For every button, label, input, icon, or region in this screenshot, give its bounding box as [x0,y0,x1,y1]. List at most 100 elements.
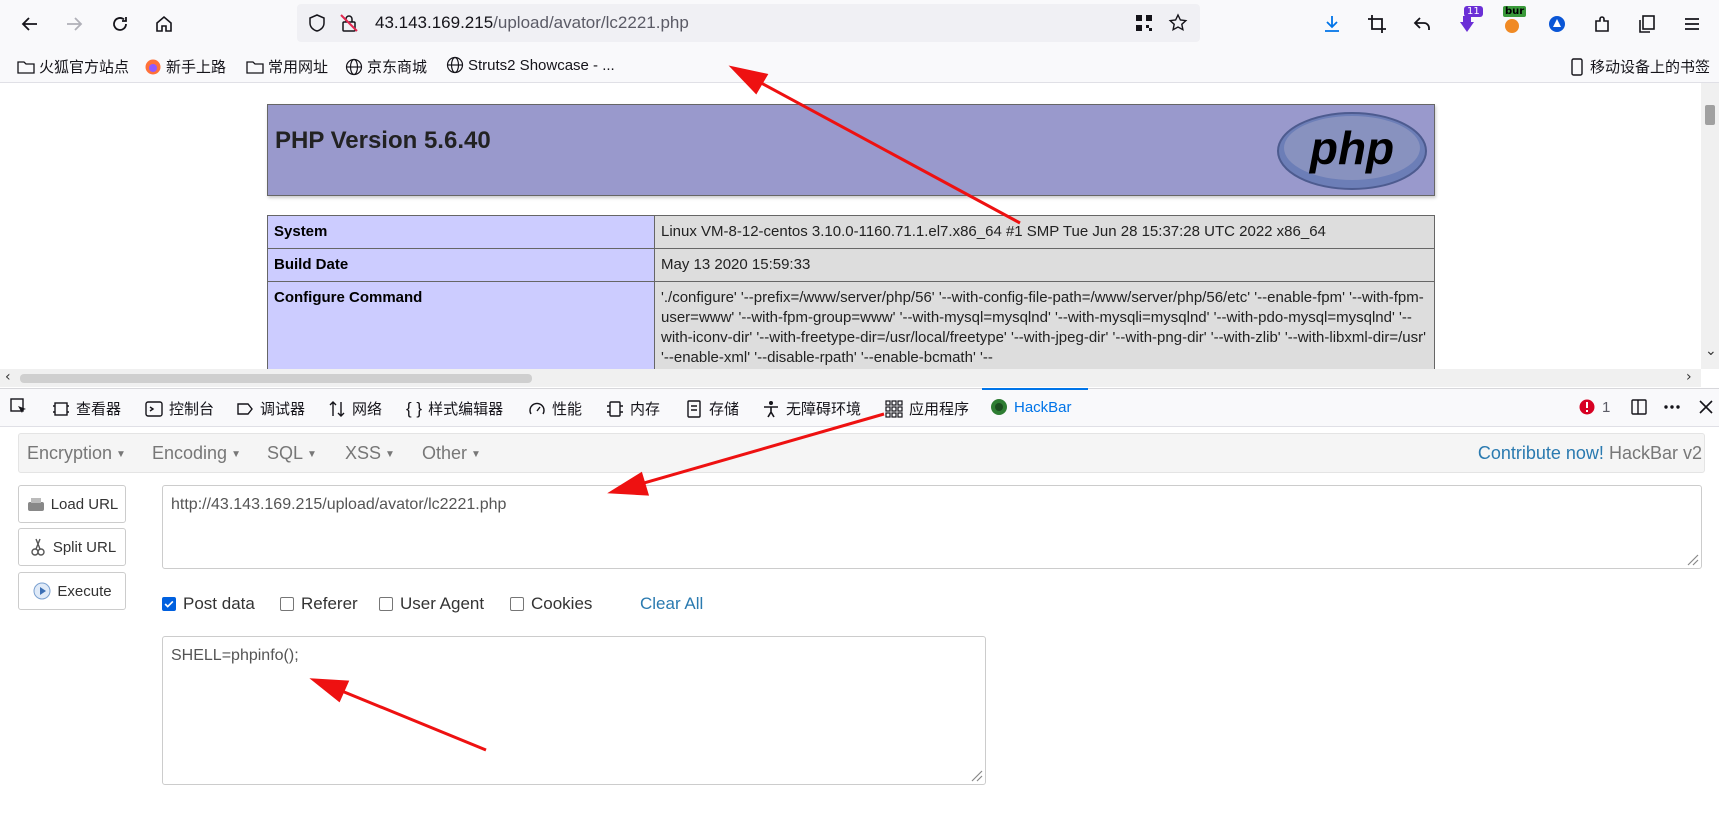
close-icon [1699,400,1713,414]
php-logo-text: php [1308,122,1394,174]
user-agent-option[interactable]: User Agent [379,594,484,614]
address-bar[interactable]: 43.143.169.215/upload/avator/lc2221.php [297,4,1200,42]
tab-style-editor[interactable]: { } 样式编辑器 [406,398,503,419]
devtools-close-button[interactable] [1697,398,1715,416]
insecure-lock-icon[interactable] [339,13,359,33]
devtools-more-button[interactable] [1663,398,1681,416]
phpinfo-table: System Linux VM-8-12-centos 3.10.0-1160.… [267,215,1435,369]
storage-icon [687,399,701,418]
menu-other[interactable]: Other ▼ [422,443,481,464]
vpn-button[interactable] [1541,8,1573,40]
bookmark-star-icon[interactable] [1168,13,1188,33]
braces-icon: { } [406,398,423,418]
forward-button[interactable] [58,8,90,40]
split-url-button[interactable]: Split URL [18,528,126,566]
home-icon [156,15,172,32]
tab-label: 网络 [352,401,383,418]
clear-all-link[interactable]: Clear All [640,594,703,614]
referer-option[interactable]: Referer [280,594,358,614]
app-menu-button[interactable] [1676,8,1708,40]
home-button[interactable] [148,8,180,40]
more-dots-icon [1664,405,1680,409]
bookmark-item[interactable]: 新手上路 [144,56,226,77]
forward-arrow-icon [67,17,83,31]
tab-memory[interactable]: 内存 [606,398,660,419]
bookmark-item[interactable]: 京东商城 [345,56,427,77]
qr-code-icon[interactable] [1134,13,1154,33]
resize-handle-icon[interactable] [967,766,983,782]
horizontal-scrollbar-thumb[interactable] [20,374,532,383]
downloads-button[interactable] [1316,8,1348,40]
menu-encryption[interactable]: Encryption ▼ [27,443,126,464]
tab-inspector[interactable]: 查看器 [52,398,121,419]
horizontal-scrollbar[interactable]: ‹ › [0,369,1701,387]
load-url-icon [27,498,44,511]
cookies-option[interactable]: Cookies [510,594,592,614]
menu-sql[interactable]: SQL ▼ [267,443,317,464]
extensions-menu-button[interactable] [1586,8,1618,40]
menu-xss[interactable]: XSS ▼ [345,443,395,464]
vertical-scrollbar-thumb[interactable] [1705,105,1715,125]
tabs-button[interactable] [1631,8,1663,40]
url-textarea[interactable]: http://43.143.169.215/upload/avator/lc22… [162,485,1702,569]
accessibility-icon [764,400,778,417]
firefox-icon [145,59,161,74]
bookmark-item[interactable]: 火狐官方站点 [17,56,129,77]
element-picker-button[interactable] [10,398,28,416]
post-data-textarea[interactable]: SHELL=phpinfo(); [162,636,986,785]
menu-encoding[interactable]: Encoding ▼ [152,443,241,464]
bookmark-item[interactable]: Struts2 Showcase - ... [446,56,615,74]
tab-hackbar[interactable]: HackBar [990,398,1072,416]
scroll-left-icon[interactable]: ‹ [5,369,11,385]
shield-icon[interactable] [307,13,327,33]
error-counter[interactable]: 1 [1578,398,1610,416]
tab-debugger[interactable]: 调试器 [236,398,305,419]
tab-application[interactable]: 应用程序 [885,398,969,419]
vertical-scrollbar[interactable]: ⌄ [1701,83,1719,369]
tab-accessibility[interactable]: 无障碍环境 [762,398,861,419]
devtools-tabbar: 查看器 控制台 调试器 网络 { } 样式编辑器 性能 内存 存储 无障碍环境 … [0,388,1719,427]
dock-toggle-button[interactable] [1630,398,1648,416]
post-data-checkbox[interactable] [162,597,176,611]
table-key: Build Date [267,248,655,282]
tab-label: 样式编辑器 [428,401,504,418]
screenshot-button[interactable] [1361,8,1393,40]
resize-handle-icon[interactable] [1683,550,1699,566]
back-arrow-icon [21,17,37,31]
burp-extension-button[interactable]: bur [1496,6,1528,40]
table-row: Build Date May 13 2020 15:59:33 [267,248,1435,282]
load-url-button[interactable]: Load URL [18,485,126,523]
tab-storage[interactable]: 存储 [685,398,739,419]
tab-label: 无障碍环境 [786,401,862,418]
reload-button[interactable] [104,8,136,40]
bookmark-label: 常用网址 [268,59,329,76]
reload-icon [113,17,127,31]
caret-down-icon: ▼ [385,448,395,460]
referer-checkbox[interactable] [280,597,294,611]
scroll-down-icon[interactable]: ⌄ [1705,343,1717,359]
table-value: Linux VM-8-12-centos 3.10.0-1160.71.1.el… [654,215,1435,249]
undo-button[interactable] [1406,8,1438,40]
hackbar-version: HackBar v2 [1608,443,1702,463]
element-picker-icon [10,398,26,413]
folder-icon [246,60,264,74]
page-content: PHP Version 5.6.40 php System Linux VM-8… [0,83,1701,369]
scroll-right-icon[interactable]: › [1686,369,1692,385]
back-button[interactable] [14,8,46,40]
extension-button[interactable]: 11 [1451,6,1483,40]
bookmark-item[interactable]: 常用网址 [246,56,328,77]
mobile-bookmarks[interactable]: 移动设备上的书签 [1568,56,1710,77]
url-text[interactable]: 43.143.169.215/upload/avator/lc2221.php [375,13,689,33]
tab-label: 应用程序 [909,401,970,418]
tab-label: 性能 [552,401,583,418]
user-agent-checkbox[interactable] [379,597,393,611]
tab-performance[interactable]: 性能 [528,398,582,419]
tab-network[interactable]: 网络 [328,398,382,419]
download-icon [1325,16,1339,32]
contribute-link[interactable]: Contribute now! [1478,443,1604,463]
execute-button[interactable]: Execute [18,572,126,610]
cookies-checkbox[interactable] [510,597,524,611]
globe-icon [446,56,464,74]
post-data-option[interactable]: Post data [162,594,255,614]
tab-console[interactable]: 控制台 [145,398,214,419]
